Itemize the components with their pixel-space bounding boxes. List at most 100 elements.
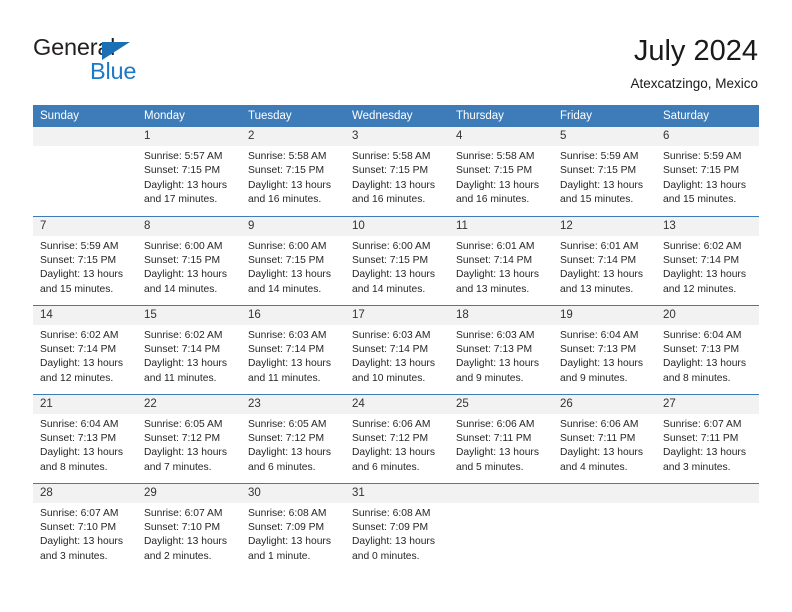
day-number: 13 bbox=[656, 216, 759, 236]
day-number bbox=[656, 483, 759, 503]
calendar-day-cell[interactable]: 2 Sunrise: 5:58 AM Sunset: 7:15 PM Daylight… bbox=[241, 127, 345, 216]
daylight-duration-line1: Daylight: 13 hours bbox=[248, 179, 331, 191]
calendar-day-cell[interactable]: 13 Sunrise: 6:02 AM Sunset: 7:14 PM Dayligh… bbox=[656, 215, 759, 305]
daylight-duration-line2: and 1 minute. bbox=[248, 550, 311, 562]
calendar-day-cell[interactable]: 7 Sunrise: 5:59 AM Sunset: 7:15 PM Daylight… bbox=[33, 215, 137, 305]
daylight-duration-line2: and 13 minutes. bbox=[560, 283, 634, 295]
calendar-day-cell[interactable]: 12 Sunrise: 6:01 AM Sunset: 7:14 PM Dayligh… bbox=[553, 215, 656, 305]
calendar-day-cell[interactable]: 10 Sunrise: 6:00 AM Sunset: 7:15 PM Dayligh… bbox=[345, 215, 449, 305]
day-number bbox=[553, 483, 656, 503]
daylight-duration-line1: Daylight: 13 hours bbox=[560, 447, 643, 459]
daylight-duration-line1: Daylight: 13 hours bbox=[40, 358, 123, 370]
sunrise-time: Sunrise: 6:03 AM bbox=[456, 329, 535, 341]
daylight-duration-line2: and 6 minutes. bbox=[352, 461, 420, 473]
calendar-day-cell[interactable]: 9 Sunrise: 6:00 AM Sunset: 7:15 PM Daylight… bbox=[241, 215, 345, 305]
daylight-duration-line1: Daylight: 13 hours bbox=[248, 269, 331, 281]
calendar-day-cell[interactable]: 25 Sunrise: 6:06 AM Sunset: 7:11 PM Dayligh… bbox=[449, 393, 553, 483]
calendar-grid: Sunday Monday Tuesday Wednesday Thursday… bbox=[33, 105, 759, 572]
weekday-header-tuesday: Tuesday bbox=[241, 105, 345, 127]
calendar-day-cell[interactable]: 11 Sunrise: 6:01 AM Sunset: 7:14 PM Dayligh… bbox=[449, 215, 553, 305]
day-number: 22 bbox=[137, 394, 241, 414]
day-number: 26 bbox=[553, 394, 656, 414]
daylight-duration-line2: and 9 minutes. bbox=[456, 372, 524, 384]
day-details: Sunrise: 6:04 AM Sunset: 7:13 PM Daylight:… bbox=[656, 325, 759, 387]
calendar-day-cell[interactable]: 26 Sunrise: 6:06 AM Sunset: 7:11 PM Dayligh… bbox=[553, 393, 656, 483]
sunrise-time: Sunrise: 6:01 AM bbox=[560, 240, 639, 252]
calendar-day-cell[interactable]: 4 Sunrise: 5:58 AM Sunset: 7:15 PM Daylight… bbox=[449, 127, 553, 216]
calendar-day-cell[interactable]: 18 Sunrise: 6:03 AM Sunset: 7:13 PM Dayligh… bbox=[449, 304, 553, 394]
sunset-time: Sunset: 7:14 PM bbox=[248, 343, 325, 355]
sunset-time: Sunset: 7:14 PM bbox=[456, 254, 533, 266]
day-number: 31 bbox=[345, 483, 449, 503]
sunset-time: Sunset: 7:09 PM bbox=[352, 521, 429, 533]
calendar-day-cell[interactable]: 19 Sunrise: 6:04 AM Sunset: 7:13 PM Dayligh… bbox=[553, 304, 656, 394]
day-details: Sunrise: 5:58 AM Sunset: 7:15 PM Daylight:… bbox=[449, 146, 553, 208]
calendar-body: 1 Sunrise: 5:57 AM Sunset: 7:15 PM Daylight… bbox=[33, 127, 759, 572]
calendar-day-cell[interactable]: 17 Sunrise: 6:03 AM Sunset: 7:14 PM Dayligh… bbox=[345, 304, 449, 394]
sunrise-time: Sunrise: 6:07 AM bbox=[663, 418, 742, 430]
calendar-day-cell-empty bbox=[33, 127, 137, 216]
day-details: Sunrise: 5:57 AM Sunset: 7:15 PM Daylight:… bbox=[137, 146, 241, 208]
sunrise-time: Sunrise: 5:59 AM bbox=[40, 240, 119, 252]
daylight-duration-line2: and 16 minutes. bbox=[456, 194, 530, 206]
sunset-time: Sunset: 7:13 PM bbox=[560, 343, 637, 355]
sunset-time: Sunset: 7:13 PM bbox=[663, 343, 740, 355]
sunset-time: Sunset: 7:15 PM bbox=[248, 165, 325, 177]
sunrise-time: Sunrise: 6:04 AM bbox=[40, 418, 119, 430]
sunrise-time: Sunrise: 6:02 AM bbox=[144, 329, 223, 341]
day-number: 18 bbox=[449, 305, 553, 325]
day-details: Sunrise: 6:06 AM Sunset: 7:11 PM Daylight:… bbox=[553, 414, 656, 476]
calendar-day-cell[interactable]: 3 Sunrise: 5:58 AM Sunset: 7:15 PM Daylight… bbox=[345, 127, 449, 216]
sunset-time: Sunset: 7:15 PM bbox=[352, 254, 429, 266]
calendar-week-row: 21 Sunrise: 6:04 AM Sunset: 7:13 PM Dayligh… bbox=[33, 393, 759, 483]
day-details: Sunrise: 5:59 AM Sunset: 7:15 PM Daylight:… bbox=[656, 146, 759, 208]
daylight-duration-line1: Daylight: 13 hours bbox=[560, 269, 643, 281]
day-number: 20 bbox=[656, 305, 759, 325]
day-details: Sunrise: 6:07 AM Sunset: 7:10 PM Daylight:… bbox=[137, 503, 241, 565]
calendar-day-cell[interactable]: 6 Sunrise: 5:59 AM Sunset: 7:15 PM Daylight… bbox=[656, 127, 759, 216]
calendar-day-cell[interactable]: 27 Sunrise: 6:07 AM Sunset: 7:11 PM Dayligh… bbox=[656, 393, 759, 483]
calendar-day-cell[interactable]: 23 Sunrise: 6:05 AM Sunset: 7:12 PM Dayligh… bbox=[241, 393, 345, 483]
calendar-day-cell[interactable]: 5 Sunrise: 5:59 AM Sunset: 7:15 PM Daylight… bbox=[553, 127, 656, 216]
page-header: General Blue July 2024 Atexcatzingo, Mex… bbox=[33, 34, 758, 96]
sunrise-time: Sunrise: 6:01 AM bbox=[456, 240, 535, 252]
calendar-day-cell[interactable]: 22 Sunrise: 6:05 AM Sunset: 7:12 PM Dayligh… bbox=[137, 393, 241, 483]
calendar-week-row: 7 Sunrise: 5:59 AM Sunset: 7:15 PM Daylight… bbox=[33, 215, 759, 305]
calendar-day-cell[interactable]: 15 Sunrise: 6:02 AM Sunset: 7:14 PM Dayligh… bbox=[137, 304, 241, 394]
sunrise-time: Sunrise: 5:58 AM bbox=[248, 151, 327, 162]
calendar-day-cell[interactable]: 24 Sunrise: 6:06 AM Sunset: 7:12 PM Dayligh… bbox=[345, 393, 449, 483]
sunrise-time: Sunrise: 6:08 AM bbox=[248, 507, 327, 519]
daylight-duration-line1: Daylight: 13 hours bbox=[248, 536, 331, 548]
calendar-day-cell[interactable]: 20 Sunrise: 6:04 AM Sunset: 7:13 PM Dayligh… bbox=[656, 304, 759, 394]
calendar-day-cell[interactable]: 29 Sunrise: 6:07 AM Sunset: 7:10 PM Dayligh… bbox=[137, 482, 241, 572]
day-details: Sunrise: 6:08 AM Sunset: 7:09 PM Daylight:… bbox=[241, 503, 345, 565]
sunrise-time: Sunrise: 6:07 AM bbox=[144, 507, 223, 519]
calendar-day-cell[interactable]: 16 Sunrise: 6:03 AM Sunset: 7:14 PM Dayligh… bbox=[241, 304, 345, 394]
sunrise-time: Sunrise: 6:00 AM bbox=[248, 240, 327, 252]
sunrise-time: Sunrise: 6:02 AM bbox=[40, 329, 119, 341]
day-details: Sunrise: 6:02 AM Sunset: 7:14 PM Daylight:… bbox=[137, 325, 241, 387]
day-details: Sunrise: 6:00 AM Sunset: 7:15 PM Daylight:… bbox=[345, 236, 449, 298]
daylight-duration-line1: Daylight: 13 hours bbox=[663, 179, 746, 191]
sunrise-time: Sunrise: 6:02 AM bbox=[663, 240, 742, 252]
calendar-day-cell[interactable]: 1 Sunrise: 5:57 AM Sunset: 7:15 PM Daylight… bbox=[137, 127, 241, 216]
calendar-day-cell[interactable]: 30 Sunrise: 6:08 AM Sunset: 7:09 PM Dayligh… bbox=[241, 482, 345, 572]
day-number: 23 bbox=[241, 394, 345, 414]
calendar-day-cell[interactable]: 21 Sunrise: 6:04 AM Sunset: 7:13 PM Dayligh… bbox=[33, 393, 137, 483]
day-details: Sunrise: 6:04 AM Sunset: 7:13 PM Daylight:… bbox=[553, 325, 656, 387]
calendar-day-cell[interactable]: 8 Sunrise: 6:00 AM Sunset: 7:15 PM Daylight… bbox=[137, 215, 241, 305]
calendar-day-cell[interactable]: 14 Sunrise: 6:02 AM Sunset: 7:14 PM Dayligh… bbox=[33, 304, 137, 394]
day-number: 21 bbox=[33, 394, 137, 414]
calendar-page: General Blue July 2024 Atexcatzingo, Mex… bbox=[0, 0, 792, 612]
day-number: 12 bbox=[553, 216, 656, 236]
daylight-duration-line1: Daylight: 13 hours bbox=[456, 447, 539, 459]
calendar-day-cell[interactable]: 28 Sunrise: 6:07 AM Sunset: 7:10 PM Dayligh… bbox=[33, 482, 137, 572]
sunset-time: Sunset: 7:14 PM bbox=[352, 343, 429, 355]
day-details: Sunrise: 6:00 AM Sunset: 7:15 PM Daylight:… bbox=[137, 236, 241, 298]
daylight-duration-line1: Daylight: 13 hours bbox=[352, 179, 435, 191]
sunrise-time: Sunrise: 6:00 AM bbox=[352, 240, 431, 252]
page-subtitle-location: Atexcatzingo, Mexico bbox=[630, 76, 758, 91]
calendar-day-cell-empty bbox=[449, 482, 553, 572]
daylight-duration-line1: Daylight: 13 hours bbox=[144, 447, 227, 459]
calendar-day-cell[interactable]: 31 Sunrise: 6:08 AM Sunset: 7:09 PM Dayligh… bbox=[345, 482, 449, 572]
